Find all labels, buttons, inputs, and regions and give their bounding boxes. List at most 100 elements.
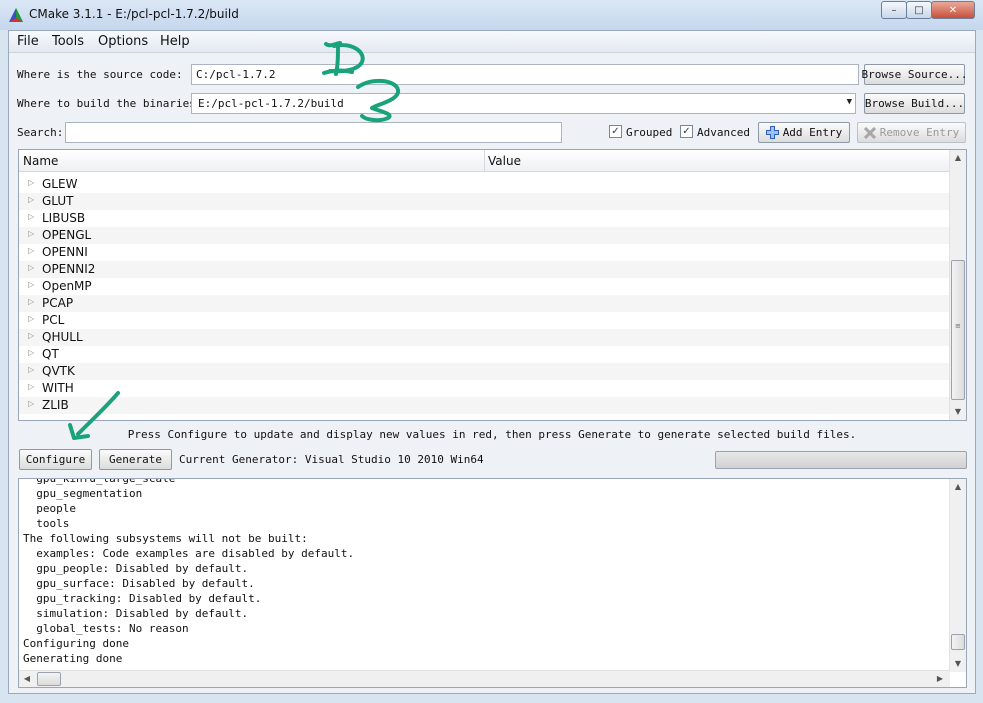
expand-arrow-icon[interactable]: ▷ (28, 348, 34, 357)
output-line: gpu_surface: Disabled by default. (23, 577, 255, 590)
browse-build-button[interactable]: Browse Build... (864, 93, 965, 114)
output-line: simulation: Disabled by default. (23, 607, 249, 620)
menu-help[interactable]: Help (160, 34, 190, 49)
grip-icon: ≡ (955, 322, 961, 330)
title-bar[interactable]: CMake 3.1.1 - E:/pcl-pcl-1.7.2/build – □… (0, 0, 983, 30)
search-label: Search: (17, 126, 64, 139)
table-row[interactable]: ▷ OPENNI2 (19, 261, 950, 278)
table-row[interactable]: ▷ OPENNI (19, 244, 950, 261)
maximize-button[interactable]: □ (906, 1, 932, 19)
minimize-button[interactable]: – (881, 1, 907, 19)
table-row[interactable]: ▷ OpenMP (19, 278, 950, 295)
output-line: The following subsystems will not be bui… (23, 532, 308, 545)
table-row[interactable]: ▷ QHULL (19, 329, 950, 346)
horizontal-scroll-thumb[interactable] (37, 672, 61, 686)
table-row[interactable]: ▷ PCL (19, 312, 950, 329)
scroll-right-icon[interactable]: ▶ (932, 671, 948, 687)
remove-entry-button[interactable]: Remove Entry (857, 122, 966, 143)
group-name: OPENNI2 (42, 262, 96, 276)
group-name: OPENNI (42, 245, 88, 259)
table-row[interactable]: ▷ ZLIB (19, 397, 950, 414)
expand-arrow-icon[interactable]: ▷ (28, 331, 34, 340)
cache-entries-table[interactable]: Name Value ▷ GLEW ▷ GLUT ▷ LIBUSB ▷ OPENGL ▷ OPEN… (18, 149, 967, 421)
group-name: QHULL (42, 330, 83, 344)
scroll-down-icon[interactable]: ▼ (950, 656, 966, 672)
cmake-app-icon (9, 8, 23, 22)
x-icon (863, 126, 876, 139)
output-text: gpu_kinfu_large_scale gpu_segmentation p… (23, 479, 354, 666)
build-label: Where to build the binaries: (17, 97, 203, 110)
add-entry-button[interactable]: Add Entry (758, 122, 850, 143)
column-value-header[interactable]: Value (488, 154, 521, 168)
expand-arrow-icon[interactable]: ▷ (28, 365, 34, 374)
remove-entry-label: Remove Entry (879, 126, 960, 139)
minimize-icon: – (891, 4, 897, 16)
table-row[interactable]: ▷ GLEW (19, 176, 950, 193)
scroll-down-icon[interactable]: ▼ (950, 404, 966, 420)
expand-arrow-icon[interactable]: ▷ (28, 314, 34, 323)
output-line: Configuring done (23, 637, 129, 650)
expand-arrow-icon[interactable]: ▷ (28, 229, 34, 238)
output-horizontal-scrollbar[interactable]: ◀ ▶ (19, 670, 950, 687)
advanced-checkbox[interactable]: ✓ (680, 125, 693, 138)
group-name: LIBUSB (42, 211, 86, 225)
expand-arrow-icon[interactable]: ▷ (28, 246, 34, 255)
group-name: GLEW (42, 177, 78, 191)
group-name: ZLIB (42, 398, 69, 412)
group-name: QT (42, 347, 59, 361)
table-row[interactable]: ▷ QVTK (19, 363, 950, 380)
window-title: CMake 3.1.1 - E:/pcl-pcl-1.7.2/build (29, 7, 239, 21)
grouped-checkbox[interactable]: ✓ (609, 125, 622, 138)
close-button[interactable]: ✕ (931, 1, 975, 19)
table-row[interactable]: ▷ PCAP (19, 295, 950, 312)
table-row[interactable]: ▷ LIBUSB (19, 210, 950, 227)
table-row[interactable]: ▷ GLUT (19, 193, 950, 210)
expand-arrow-icon[interactable]: ▷ (28, 280, 34, 289)
scroll-thumb[interactable]: ≡ (951, 260, 965, 400)
group-name: OpenMP (42, 279, 92, 293)
source-path-value: C:/pcl-1.7.2 (196, 68, 276, 81)
build-path-combobox[interactable]: E:/pcl-pcl-1.7.2/build ▼ (191, 93, 856, 114)
source-path-input[interactable]: C:/pcl-1.7.2 (191, 64, 859, 85)
menu-tools[interactable]: Tools (52, 34, 84, 49)
output-line: tools (23, 517, 70, 530)
dropdown-arrow-icon[interactable]: ▼ (847, 97, 852, 107)
expand-arrow-icon[interactable]: ▷ (28, 195, 34, 204)
output-line: Generating done (23, 652, 123, 665)
scroll-thumb[interactable] (951, 634, 965, 650)
menu-options[interactable]: Options (98, 34, 148, 49)
main-window: File Tools Options Help Where is the sou… (8, 30, 976, 694)
column-separator[interactable] (484, 150, 485, 172)
browse-source-button[interactable]: Browse Source... (862, 64, 967, 85)
table-vertical-scrollbar[interactable]: ▲ ≡ ▼ (949, 150, 966, 420)
output-vertical-scrollbar[interactable]: ▲ ▼ (949, 479, 966, 672)
scroll-up-icon[interactable]: ▲ (950, 479, 966, 495)
output-line: gpu_tracking: Disabled by default. (23, 592, 262, 605)
menu-file[interactable]: File (17, 34, 39, 49)
search-input[interactable] (65, 122, 562, 143)
output-log[interactable]: gpu_kinfu_large_scale gpu_segmentation p… (18, 478, 967, 688)
expand-arrow-icon[interactable]: ▷ (28, 399, 34, 408)
configure-hint: Press Configure to update and display ne… (127, 428, 857, 441)
expand-arrow-icon[interactable]: ▷ (28, 297, 34, 306)
table-row[interactable]: ▷ QT (19, 346, 950, 363)
configure-button[interactable]: Configure (19, 449, 92, 470)
group-name: OPENGL (42, 228, 92, 242)
progress-bar (715, 451, 967, 469)
close-icon: ✕ (948, 4, 958, 16)
expand-arrow-icon[interactable]: ▷ (28, 212, 34, 221)
advanced-label: Advanced (697, 126, 750, 139)
scroll-left-icon[interactable]: ◀ (19, 671, 35, 687)
scroll-up-icon[interactable]: ▲ (950, 150, 966, 166)
maximize-icon: □ (914, 4, 924, 16)
table-row[interactable]: ▷ WITH (19, 380, 950, 397)
table-body: ▷ GLEW ▷ GLUT ▷ LIBUSB ▷ OPENGL ▷ OPENNI ▷ OPENNI2 ▷… (19, 176, 950, 414)
menu-bar: File Tools Options Help (9, 31, 975, 53)
current-generator: Current Generator: Visual Studio 10 2010… (179, 453, 484, 466)
generate-button[interactable]: Generate (99, 449, 172, 470)
column-name-header[interactable]: Name (23, 154, 58, 168)
table-row[interactable]: ▷ OPENGL (19, 227, 950, 244)
expand-arrow-icon[interactable]: ▷ (28, 178, 34, 187)
expand-arrow-icon[interactable]: ▷ (28, 263, 34, 272)
expand-arrow-icon[interactable]: ▷ (28, 382, 34, 391)
